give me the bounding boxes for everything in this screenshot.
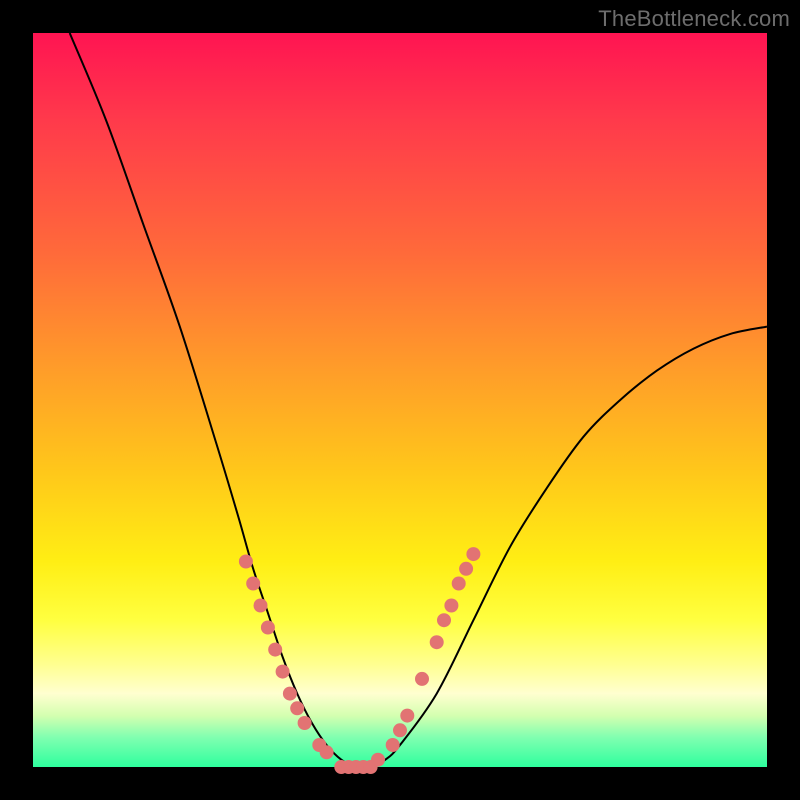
marker-dot bbox=[400, 709, 414, 723]
bottleneck-curve bbox=[70, 33, 767, 768]
marker-dot bbox=[437, 613, 451, 627]
marker-dot bbox=[261, 621, 275, 635]
marker-dot bbox=[444, 599, 458, 613]
plot-area bbox=[33, 33, 767, 767]
curve-layer bbox=[33, 33, 767, 767]
marker-dot bbox=[459, 562, 473, 576]
marker-dot bbox=[386, 738, 400, 752]
marker-dot bbox=[452, 577, 466, 591]
marker-dot bbox=[239, 555, 253, 569]
marker-dot bbox=[254, 599, 268, 613]
marker-dots bbox=[239, 547, 481, 774]
marker-dot bbox=[466, 547, 480, 561]
marker-dot bbox=[290, 701, 304, 715]
marker-dot bbox=[276, 665, 290, 679]
marker-dot bbox=[415, 672, 429, 686]
marker-dot bbox=[246, 577, 260, 591]
marker-dot bbox=[298, 716, 312, 730]
chart-frame: TheBottleneck.com bbox=[0, 0, 800, 800]
marker-dot bbox=[283, 687, 297, 701]
marker-dot bbox=[268, 643, 282, 657]
marker-dot bbox=[393, 723, 407, 737]
marker-dot bbox=[371, 753, 385, 767]
marker-dot bbox=[320, 745, 334, 759]
marker-dot bbox=[430, 635, 444, 649]
watermark-text: TheBottleneck.com bbox=[598, 6, 790, 32]
